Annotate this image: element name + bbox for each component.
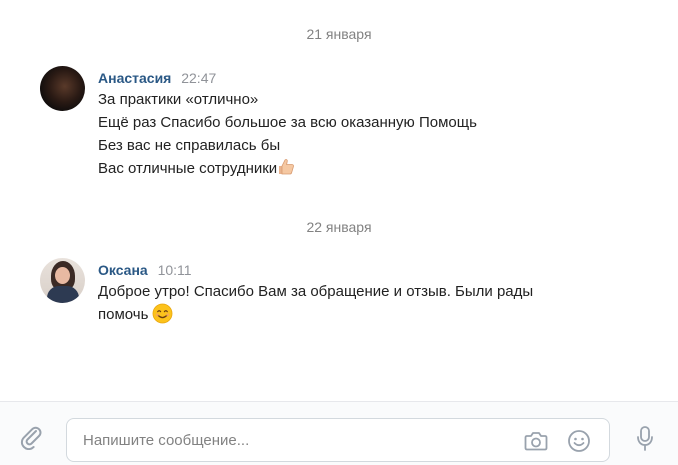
message-body: Анастасия 22:47 За практики «отлично» Ещ… xyxy=(98,68,658,180)
message-body: Оксана 10:11 Доброе утро! Спасибо Вам за… xyxy=(98,260,658,326)
message-line: помочь xyxy=(98,306,149,323)
smiling-face-icon xyxy=(152,303,173,324)
thumbs-up-icon xyxy=(279,159,295,175)
chat-window: 21 января Анастасия 22:47 За практики «о… xyxy=(0,0,678,465)
paperclip-icon[interactable] xyxy=(18,424,44,450)
message-input-placeholder: Напишите сообщение... xyxy=(83,432,250,449)
message-time: 10:11 xyxy=(157,262,192,278)
avatar[interactable] xyxy=(40,258,85,303)
message-meta: Оксана 10:11 xyxy=(98,260,658,280)
smile-icon[interactable] xyxy=(567,429,591,453)
microphone-icon[interactable] xyxy=(636,426,654,452)
author-name[interactable]: Анастасия xyxy=(98,70,171,86)
message-line-with-emoji: помочь xyxy=(98,303,658,326)
message-line: Без вас не справилась бы xyxy=(98,137,281,154)
message-line: Вас отличные сотрудники xyxy=(98,160,278,177)
date-separator: 22 января xyxy=(306,219,372,235)
message-time: 22:47 xyxy=(181,70,217,86)
date-separator: 21 января xyxy=(306,26,372,42)
message-line-with-emoji: Вас отличные сотрудники xyxy=(98,157,658,180)
avatar[interactable] xyxy=(40,66,85,111)
message-meta: Анастасия 22:47 xyxy=(98,68,658,88)
camera-icon[interactable] xyxy=(524,430,548,452)
message-line: Доброе утро! Спасибо Вам за обращение и … xyxy=(98,283,534,300)
author-name[interactable]: Оксана xyxy=(98,262,148,278)
message-line: За практики «отлично» xyxy=(98,91,259,108)
message-composer: Напишите сообщение... xyxy=(0,401,678,465)
message-input[interactable]: Напишите сообщение... xyxy=(66,418,610,462)
message-line: Ещё раз Спасибо большое за всю оказанную… xyxy=(98,114,477,131)
